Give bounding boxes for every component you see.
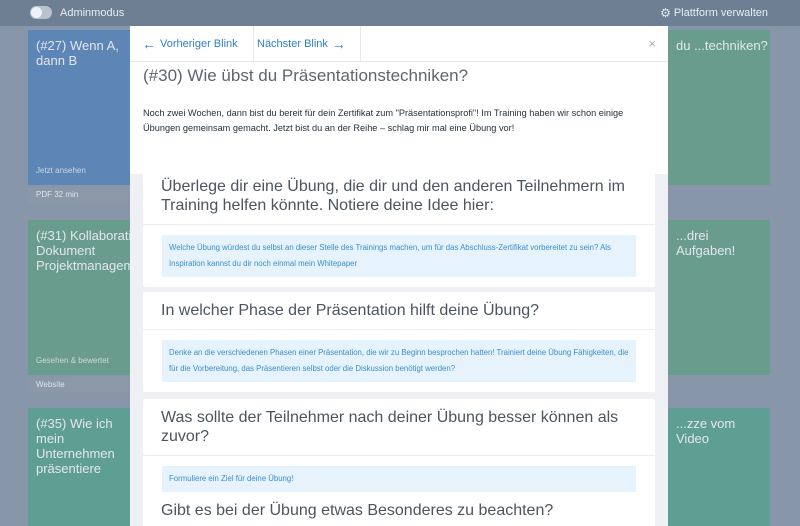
blink-modal: ← Vorheriger Blink Nächster Blink → × (#…: [130, 26, 668, 526]
next-blink-button[interactable]: Nächster Blink →: [243, 26, 361, 62]
blink-card[interactable]: ...zze vom Video: [668, 408, 770, 526]
question-card: Gibt es bei der Übung etwas Besonderes z…: [143, 492, 655, 526]
admin-mode-label: Adminmodus: [60, 7, 125, 19]
next-blink-label: Nächster Blink: [257, 38, 328, 50]
blink-intro: (#30) Wie übst du Präsentationstechniken…: [130, 62, 668, 174]
manage-platform-link[interactable]: ⚙ Plattform verwalten: [660, 5, 768, 20]
blink-card-title: ...drei Aufgaben!: [676, 228, 736, 258]
blink-card[interactable]: (#31) Kollaboration Dokument Projektmana…: [28, 220, 130, 375]
question-title: Was sollte der Teilnehmer nach deiner Üb…: [143, 399, 655, 456]
modal-header: ← Vorheriger Blink Nächster Blink → ×: [130, 26, 668, 62]
question-card: Was sollte der Teilnehmer nach deiner Üb…: [143, 399, 655, 502]
blink-card-footer: Website: [28, 377, 130, 393]
top-bar: Adminmodus ⚙ Plattform verwalten: [0, 0, 800, 26]
blink-card-title: (#35) Wie ich mein Unternehmen präsentie…: [36, 416, 115, 476]
arrow-right-icon: →: [331, 36, 346, 52]
question-hint: Formuliere ein Ziel für deine Übung!: [162, 466, 636, 492]
question-hint: Denke an die verschiedenen Phasen einer …: [162, 340, 636, 382]
question-title: Überlege dir eine Übung, die dir und den…: [143, 168, 655, 225]
previous-blink-button[interactable]: ← Vorheriger Blink: [130, 26, 254, 62]
blink-card[interactable]: (#35) Wie ich mein Unternehmen präsentie…: [28, 408, 130, 526]
blink-card-title: (#27) Wenn A, dann B: [36, 38, 119, 68]
arrow-left-icon: ←: [142, 36, 156, 52]
blink-card-footer: PDF 32 min: [28, 187, 130, 203]
blink-card-title: ...zze vom Video: [676, 416, 736, 446]
question-card: Überlege dir eine Übung, die dir und den…: [143, 168, 655, 287]
previous-blink-label: Vorheriger Blink: [160, 38, 238, 50]
question-title: In welcher Phase der Präsentation hilft …: [143, 292, 655, 330]
gear-icon: ⚙: [660, 5, 671, 20]
blink-card-title: du ...techniken?: [676, 38, 768, 53]
question-hint: Welche Übung würdest du selbst an dieser…: [162, 235, 636, 277]
blink-card[interactable]: (#27) Wenn A, dann B Jetzt ansehen: [28, 30, 130, 185]
blink-card[interactable]: ...drei Aufgaben!: [668, 220, 770, 375]
blink-card[interactable]: du ...techniken?: [668, 30, 770, 185]
blink-card-status: Jetzt ansehen: [36, 166, 86, 175]
blink-title: (#30) Wie übst du Präsentationstechniken…: [143, 66, 469, 85]
question-card: In welcher Phase der Präsentation hilft …: [143, 292, 655, 392]
blink-card-status: Gesehen & bewertet: [36, 356, 109, 365]
close-icon[interactable]: ×: [648, 36, 656, 51]
blink-description: Noch zwei Wochen, dann bist du bereit fü…: [143, 108, 624, 133]
admin-mode-toggle[interactable]: [30, 6, 52, 19]
manage-platform-label: Plattform verwalten: [673, 7, 768, 19]
question-title: Gibt es bei der Übung etwas Besonderes z…: [143, 492, 655, 526]
blink-card-title: (#31) Kollaboration Dokument Projektmana…: [36, 228, 130, 273]
